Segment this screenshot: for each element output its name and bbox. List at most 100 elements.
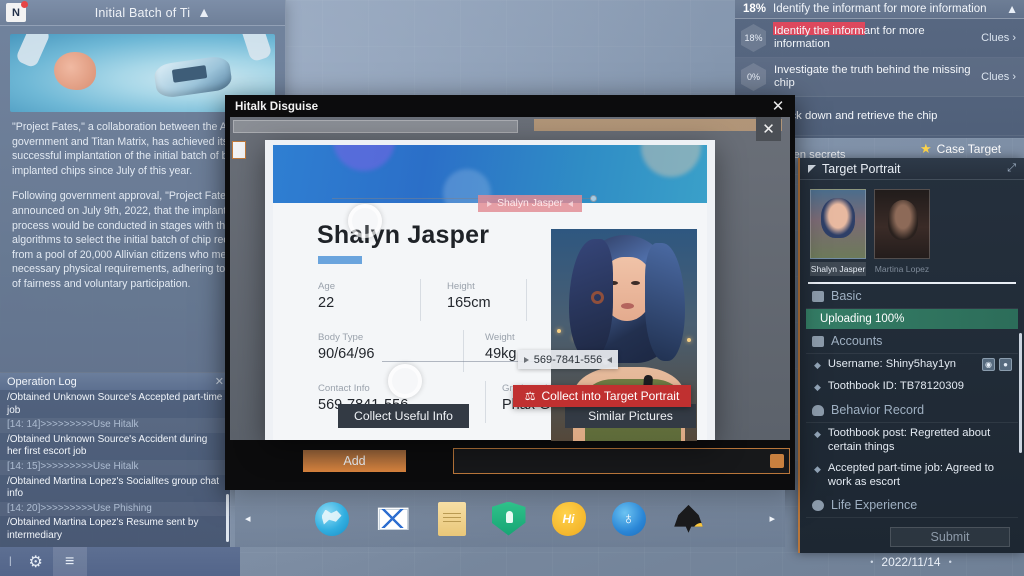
expand-icon[interactable]: ⤢	[1007, 162, 1016, 175]
section-label: Basic	[831, 289, 862, 303]
message-input[interactable]	[453, 448, 790, 474]
page-title: Shalyn Jasper	[317, 221, 489, 250]
collect-into-target-portrait-button[interactable]: ⚖ Collect into Target Portrait	[513, 385, 691, 407]
section-header-accounts[interactable]: Accounts	[806, 329, 1018, 354]
portrait-card-shalyn[interactable]: Shalyn Jasper	[810, 189, 866, 276]
target-portrait-header: Target Portrait ⤢	[800, 158, 1024, 180]
operation-log-title: Operation Log	[7, 376, 77, 388]
pin-icon[interactable]: ●	[999, 358, 1012, 371]
dot-icon: •	[870, 557, 873, 567]
bullet-icon: ◆	[814, 380, 821, 394]
field-age: Age 22	[318, 281, 335, 311]
news-app-icon: N	[6, 3, 26, 22]
contact-list-header	[233, 120, 518, 133]
operation-log-header: Operation Log ✕	[0, 373, 230, 390]
tooltip-phone-chip[interactable]: 569-7841-556	[518, 350, 618, 369]
banner-blob	[333, 145, 395, 171]
gear-icon[interactable]: ⚙	[19, 547, 53, 576]
disguise-icon[interactable]: Hi	[672, 502, 706, 536]
browser-icon[interactable]	[315, 502, 349, 536]
selection-handle[interactable]	[590, 195, 597, 202]
document-icon[interactable]	[438, 502, 466, 536]
triangle-left-icon	[524, 357, 529, 363]
screen: N Initial Batch of Ti ▲ "Project Fates,"…	[0, 0, 1024, 576]
shield-icon[interactable]	[492, 502, 526, 536]
add-button[interactable]: Add	[303, 450, 406, 472]
item-text: Accepted part-time job: Agreed to work a…	[828, 462, 1012, 489]
quest-clues-link[interactable]: Clues ›	[981, 32, 1016, 44]
field-height: Height 165cm	[447, 281, 491, 311]
log-entry: /Obtained Martina Lopez's Socialites gro…	[0, 475, 230, 502]
triangle-right-icon	[607, 357, 612, 363]
case-target-label: Case Target	[937, 142, 1001, 156]
tooltip-name-chip[interactable]: Shalyn Jasper	[478, 195, 582, 212]
dock-icon-list: Hi ♁ Hi	[315, 502, 706, 536]
button-label: Collect into Target Portrait	[541, 389, 679, 403]
quest-header-percent: 18%	[743, 3, 766, 15]
list-item[interactable]: ◆ Toothbook ID: TB78120309	[806, 376, 1018, 398]
tick-icon: |	[9, 556, 12, 567]
item-text: Toothbook ID: TB78120309	[828, 380, 1012, 394]
chevron-up-icon[interactable]: ▲	[197, 4, 211, 20]
quest-row[interactable]: 0% Investigate the truth behind the miss…	[735, 58, 1024, 97]
quest-clues-link[interactable]: Clues ›	[981, 71, 1016, 83]
target-portrait-title: Target Portrait	[822, 162, 1001, 176]
hitalk-icon[interactable]: Hi	[552, 502, 586, 536]
submit-button[interactable]: Submit	[890, 527, 1010, 547]
collect-useful-info-button[interactable]: Collect Useful Info	[338, 404, 469, 428]
selection-ring-contact[interactable]	[388, 364, 422, 398]
search-field[interactable]	[534, 119, 782, 131]
triangle-right-icon	[568, 201, 573, 207]
news-badge-letter: N	[12, 7, 20, 19]
portrait-card-martina[interactable]: Martina Lopez	[874, 189, 930, 276]
quest-title: Track down and retrieve the chip	[774, 110, 1016, 123]
close-icon[interactable]: ✕	[756, 117, 781, 141]
section-header-basic[interactable]: Basic	[806, 284, 1018, 309]
field-value: 22	[318, 295, 335, 311]
selection-ring-name[interactable]	[348, 204, 382, 238]
dot-icon: •	[949, 557, 952, 567]
close-icon[interactable]: ✕	[765, 95, 791, 117]
quest-header-title: Identify the informant for more informat…	[773, 3, 999, 15]
field-value: 90/64/96	[318, 346, 374, 362]
chip-device-icon	[153, 55, 233, 99]
close-icon[interactable]: ✕	[215, 375, 224, 388]
list-item[interactable]: ◆ Toothbook post: Regretted about certai…	[806, 423, 1018, 458]
scrollbar[interactable]	[1019, 333, 1022, 453]
scrollbar[interactable]	[226, 494, 229, 542]
avatar	[874, 189, 930, 259]
chevron-up-icon[interactable]: ▲	[1006, 2, 1018, 16]
system-bar: | ⚙ ≡	[0, 547, 240, 576]
globe-icon[interactable]: ◉	[982, 358, 995, 371]
dock-prev-icon[interactable]: ◂	[245, 512, 251, 525]
sliders-icon[interactable]: ≡	[53, 547, 87, 576]
quest-row[interactable]: 18% Identify the informant for more info…	[735, 19, 1024, 58]
avatar	[810, 189, 866, 259]
log-entry: /Obtained Unknown Source's Accident duri…	[0, 433, 230, 460]
window-titlebar: Hitalk Disguise	[225, 95, 795, 117]
mail-icon[interactable]	[375, 502, 409, 536]
bullet-icon: ◆	[814, 427, 821, 441]
target-portrait-panel: Target Portrait ⤢ Shalyn Jasper Martina …	[798, 158, 1024, 553]
operation-log-list[interactable]: /Obtained Unknown Source's Accepted part…	[0, 390, 230, 548]
dock-next-icon[interactable]: ▸	[769, 512, 775, 525]
similar-pictures-button[interactable]: Similar Pictures	[565, 404, 696, 428]
collect-icon: ⚖	[525, 389, 536, 403]
quest-header[interactable]: 18% Identify the informant for more info…	[735, 0, 1024, 19]
person-icon	[812, 405, 824, 416]
list-item[interactable]: ◆ Username: Shiny5hay1yn ◉ ●	[806, 354, 1018, 376]
photo-lips	[621, 303, 634, 309]
quest-title: Identify the informant for more informat…	[774, 25, 973, 51]
phishing-hook-icon[interactable]: ♁	[612, 502, 646, 536]
section-header-life-experience[interactable]: Life Experience	[806, 493, 1018, 518]
section-label: Life Experience	[831, 498, 917, 512]
list-item[interactable]: ◆ Accepted part-time job: Agreed to work…	[806, 458, 1018, 493]
bullet-icon: ◆	[814, 358, 821, 372]
field-label: Weight	[485, 332, 516, 343]
section-header-behavior[interactable]: Behavior Record	[806, 398, 1018, 423]
chip-text: Shalyn Jasper	[497, 198, 563, 209]
send-icon[interactable]	[770, 454, 784, 468]
log-entry: /Obtained Unknown Source's Accepted part…	[0, 391, 230, 418]
hero-arm-icon	[239, 34, 272, 62]
corner-marker-icon	[808, 165, 816, 173]
